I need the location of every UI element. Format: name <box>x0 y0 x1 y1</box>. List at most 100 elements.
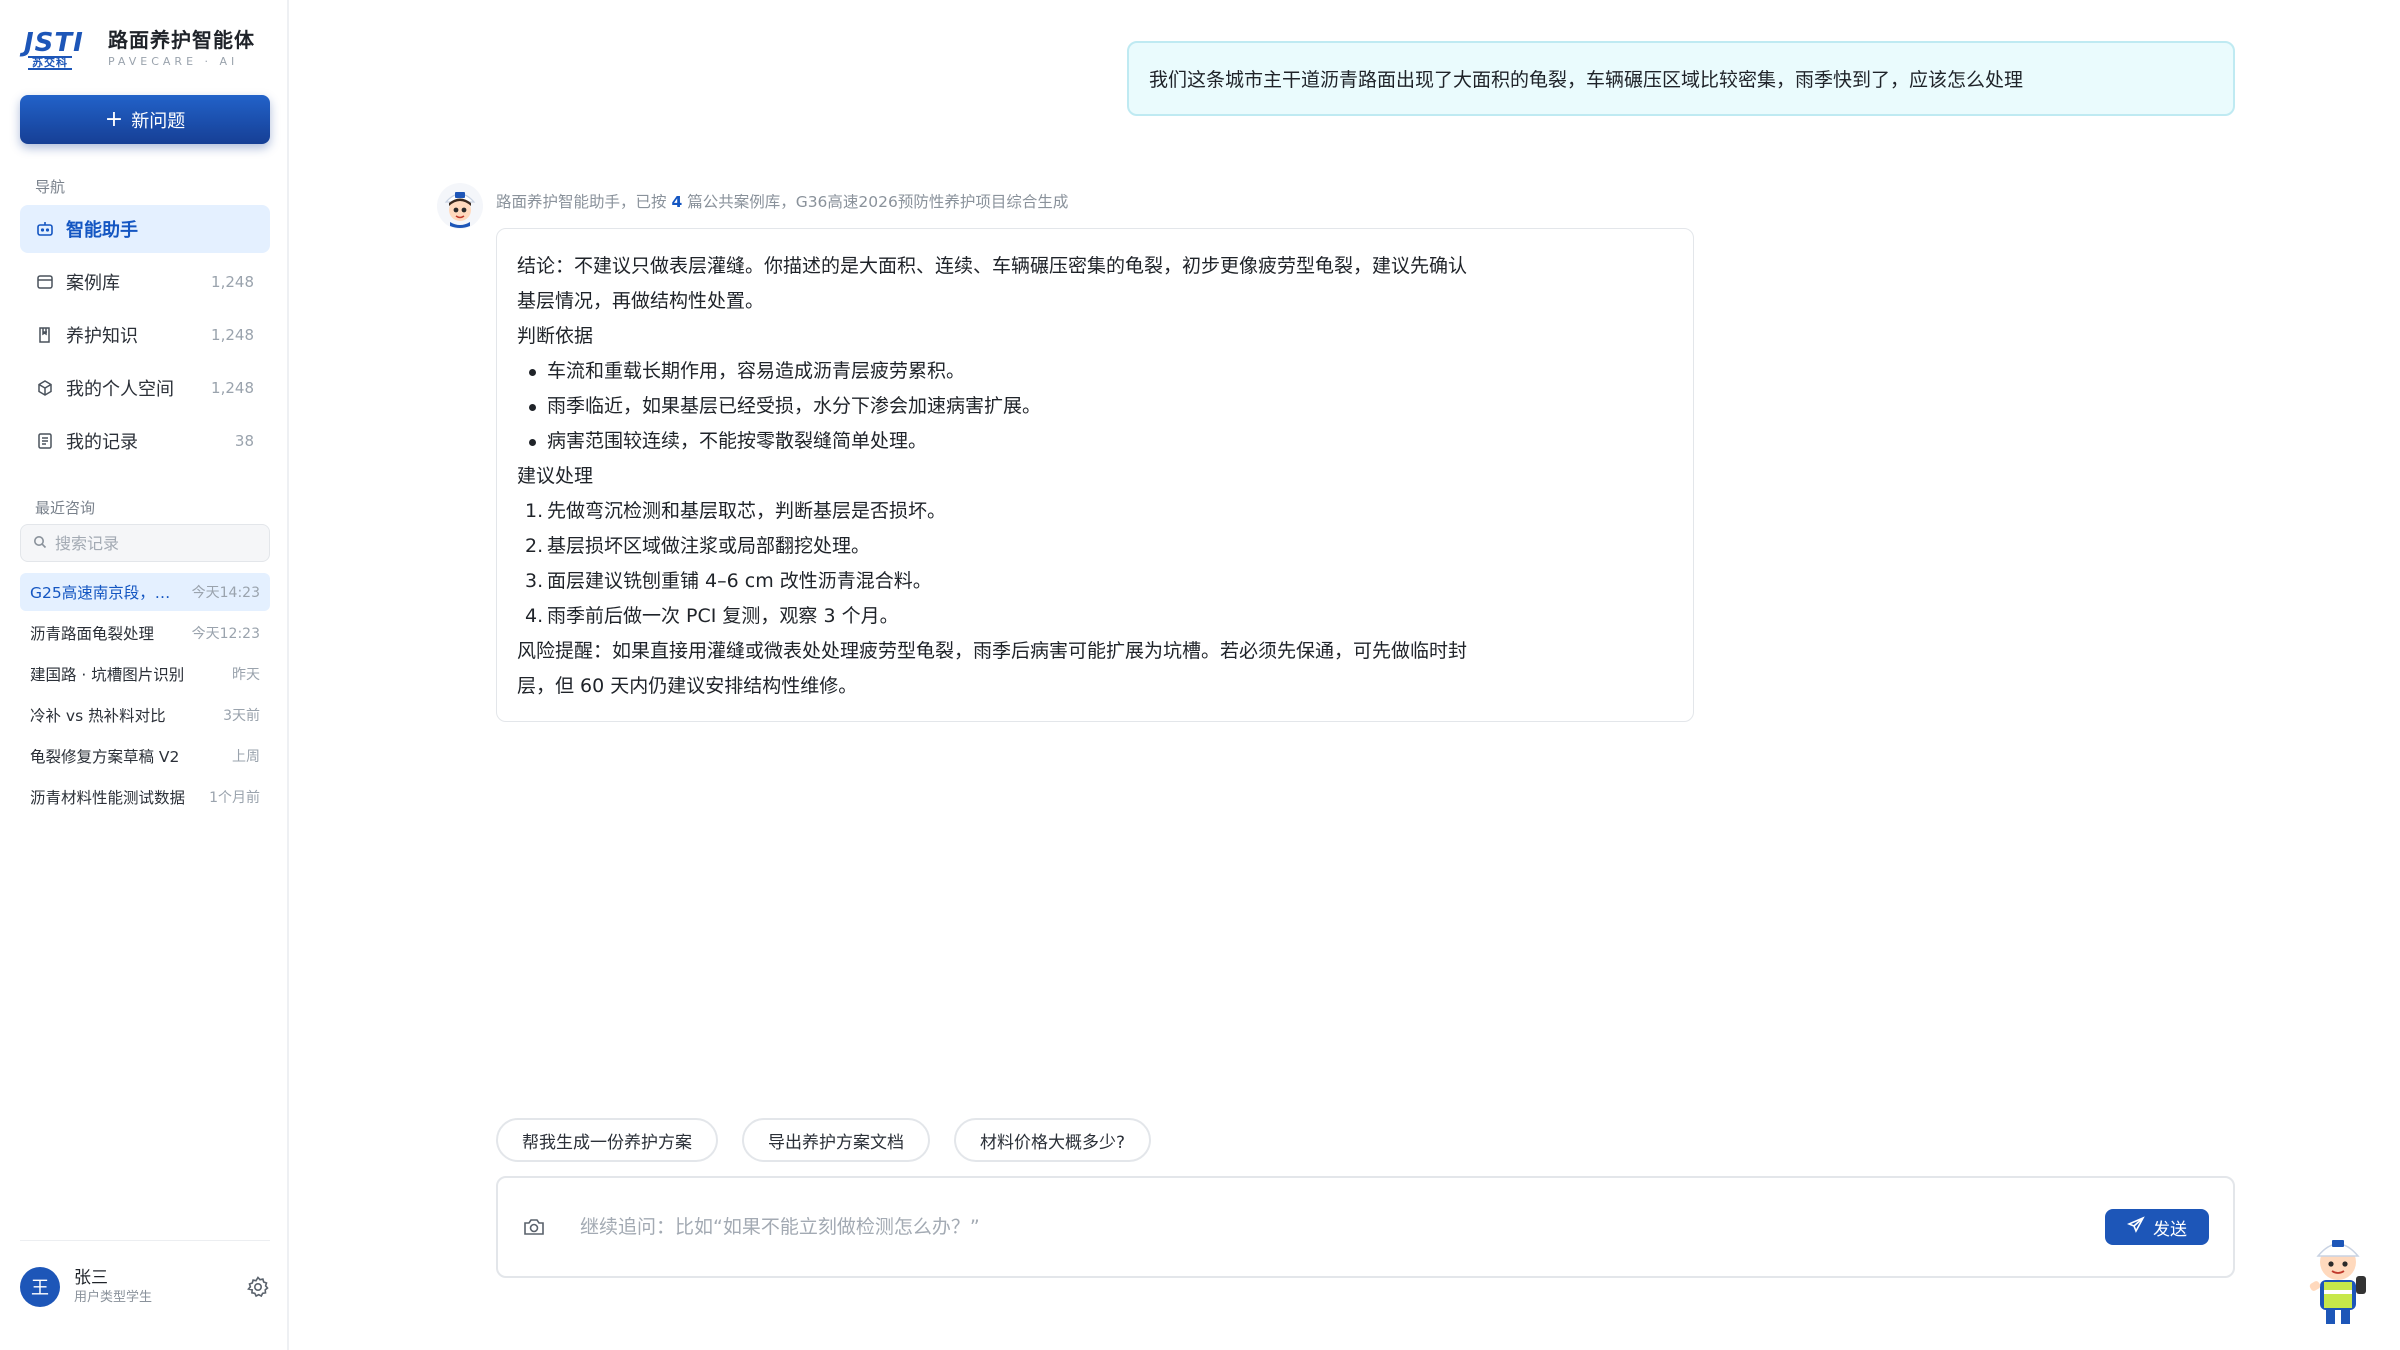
logo-text: JSTI <box>24 28 84 58</box>
new-question-button[interactable]: + 新问题 <box>20 95 270 144</box>
list-item-text: 基层损坏区域做注浆或局部翻挖处理。 <box>547 535 871 557</box>
assistant-meta-count: 4 <box>671 193 683 211</box>
nav-item-label: 我的记录 <box>66 432 138 453</box>
recent-item[interactable]: 建国路 · 坑槽图片识别 昨天 <box>20 655 270 693</box>
answer-risk: 风险提醒：如果直接用灌缝或微表处处理疲劳型龟裂，雨季后病害可能扩展为坑槽。若必须… <box>517 640 1468 697</box>
brand[interactable]: JSTI 苏交科 路面养护智能体 PAVECARE · AI <box>24 28 255 70</box>
user-info: 张三 用户类型学生 <box>74 1267 246 1307</box>
recent-item[interactable]: 冷补 vs 热补料对比 3天前 <box>20 696 270 734</box>
send-button[interactable]: 发送 <box>2105 1209 2209 1245</box>
list-item-text: 先做弯沉检测和基层取芯，判断基层是否损坏。 <box>547 500 947 522</box>
user-type: 用户类型学生 <box>74 1290 153 1305</box>
list-item: 车流和重载长期作用，容易造成沥青层疲劳累积。 <box>517 354 1673 389</box>
list-item: 4. 雨季前后做一次 PCI 复测，观察 3 个月。 <box>517 599 1673 634</box>
new-question-label: 新问题 <box>131 110 186 132</box>
list-item: 病害范围较连续，不能按零散裂缝简单处理。 <box>517 424 1673 459</box>
recent-item-date: 上周 <box>232 749 260 765</box>
chip-generate-plan[interactable]: 帮我生成一份养护方案 <box>496 1118 718 1162</box>
recent-item-title: G25高速南京段，龟裂问题咨询 <box>30 584 184 602</box>
recent-item[interactable]: G25高速南京段，龟裂问题咨询 今天14:23 <box>20 573 270 611</box>
recent-item-title: 沥青材料性能测试数据 <box>30 789 186 807</box>
user-message-bubble: 我们这条城市主干道沥青路面出现了大面积的龟裂，车辆碾压区域比较密集，雨季快到了，… <box>1127 41 2235 116</box>
brand-logo: JSTI 苏交科 <box>24 28 98 70</box>
recent-item-date: 1个月前 <box>209 790 260 806</box>
recent-item-title: 龟裂修复方案草稿 V2 <box>30 748 180 766</box>
robot-icon <box>36 220 54 238</box>
chip-export-doc[interactable]: 导出养护方案文档 <box>742 1118 930 1162</box>
chip-material-price[interactable]: 材料价格大概多少? <box>954 1118 1152 1162</box>
search-input[interactable] <box>55 533 255 553</box>
answer-basis-title: 判断依据 <box>517 325 594 347</box>
assistant-meta-prefix: 路面养护智能助手，已按 <box>496 193 667 211</box>
recent-item[interactable]: 沥青路面龟裂处理 今天12:23 <box>20 614 270 652</box>
recent-item-date: 3天前 <box>223 708 260 724</box>
brand-text: 路面养护智能体 PAVECARE · AI <box>108 28 255 70</box>
nav-item-label: 我的个人空间 <box>66 379 174 400</box>
recent-section-label: 最近咨询 <box>35 499 96 517</box>
list-item-number: 4. <box>525 605 544 627</box>
recent-list: G25高速南京段，龟裂问题咨询 今天14:23 沥青路面龟裂处理 今天12:23… <box>20 573 270 819</box>
chat-input[interactable] <box>580 1216 2105 1238</box>
assistant-avatar <box>436 182 484 230</box>
nav-item-personal-space[interactable]: 我的个人空间 1,248 <box>20 364 270 412</box>
sidebar: JSTI 苏交科 路面养护智能体 PAVECARE · AI + 新问题 导航 … <box>0 0 289 1350</box>
list-item-text: 雨季前后做一次 PCI 复测，观察 3 个月。 <box>547 605 899 627</box>
assistant-meta: 路面养护智能助手，已按 4 篇公共案例库，G36高速2026预防性养护项目综合生… <box>496 190 1068 212</box>
answer-conclusion: 结论：不建议只做表层灌缝。你描述的是大面积、连续、车辆碾压密集的龟裂，初步更像疲… <box>517 255 1468 312</box>
list-item: 2. 基层损坏区域做注浆或局部翻挖处理。 <box>517 529 1673 564</box>
recent-item-title: 建国路 · 坑槽图片识别 <box>30 666 185 684</box>
search-icon <box>33 534 47 553</box>
search-box[interactable] <box>20 524 270 562</box>
recent-item-date: 今天12:23 <box>191 626 260 642</box>
answer-suggest-list: 1. 先做弯沉检测和基层取芯，判断基层是否损坏。 2. 基层损坏区域做注浆或局部翻挖… <box>517 494 1673 634</box>
user-message-text: 我们这条城市主干道沥青路面出现了大面积的龟裂，车辆碾压区域比较密集，雨季快到了，… <box>1149 69 2024 91</box>
list-item-number: 2. <box>525 535 544 557</box>
cube-icon <box>36 379 54 397</box>
send-icon <box>2126 1215 2153 1239</box>
camera-icon[interactable] <box>522 1215 546 1239</box>
nav-item-knowledge[interactable]: 养护知识 1,248 <box>20 311 270 359</box>
nav-item-label: 智能助手 <box>66 220 138 241</box>
recent-item-date: 今天14:23 <box>191 585 260 601</box>
assistant-meta-suffix: 篇公共案例库，G36高速2026预防性养护项目综合生成 <box>687 193 1069 211</box>
recent-item-date: 昨天 <box>232 667 260 683</box>
nav-item-count: 1,248 <box>211 326 254 344</box>
list-item: 1. 先做弯沉检测和基层取芯，判断基层是否损坏。 <box>517 494 1673 529</box>
nav-section-label: 导航 <box>35 178 66 196</box>
nav-list: 智能助手 案例库 1,248 养护知识 1,248 我的个人空间 1,248 我… <box>20 205 270 470</box>
brand-subtitle: PAVECARE · AI <box>108 55 239 68</box>
logo-subtext: 苏交科 <box>28 56 72 70</box>
recent-item-title: 冷补 vs 热补料对比 <box>30 707 166 725</box>
nav-item-label: 养护知识 <box>66 326 138 347</box>
mascot-icon[interactable] <box>2300 1224 2376 1328</box>
avatar[interactable]: 王 <box>20 1267 60 1307</box>
send-label: 发送 <box>2153 1219 2187 1240</box>
nav-item-case-library[interactable]: 案例库 1,248 <box>20 258 270 306</box>
answer-suggest-title: 建议处理 <box>517 465 594 487</box>
archive-icon <box>36 273 54 291</box>
recent-item[interactable]: 龟裂修复方案草稿 V2 上周 <box>20 737 270 775</box>
recent-item[interactable]: 沥青材料性能测试数据 1个月前 <box>20 778 270 816</box>
gear-icon[interactable] <box>246 1275 270 1299</box>
list-item: 3. 面层建议铣刨重铺 4–6 cm 改性沥青混合料。 <box>517 564 1673 599</box>
list-item-number: 3. <box>525 570 544 592</box>
list-item-text: 面层建议铣刨重铺 4–6 cm 改性沥青混合料。 <box>547 570 932 592</box>
assistant-answer-card: 结论：不建议只做表层灌缝。你描述的是大面积、连续、车辆碾压密集的龟裂，初步更像疲… <box>496 228 1694 722</box>
user-profile: 王 张三 用户类型学生 <box>20 1263 270 1311</box>
brand-title: 路面养护智能体 <box>108 28 255 52</box>
nav-item-my-records[interactable]: 我的记录 38 <box>20 417 270 465</box>
nav-item-count: 1,248 <box>211 273 254 291</box>
suggestion-chips: 帮我生成一份养护方案 导出养护方案文档 材料价格大概多少? <box>496 1118 1175 1162</box>
book-icon <box>36 326 54 344</box>
recent-item-title: 沥青路面龟裂处理 <box>30 625 155 643</box>
nav-item-label: 案例库 <box>66 273 120 294</box>
document-icon <box>36 432 54 450</box>
user-name: 张三 <box>74 1268 108 1288</box>
nav-item-count: 1,248 <box>211 379 254 397</box>
nav-item-assistant[interactable]: 智能助手 <box>20 205 270 253</box>
plus-icon: + <box>104 106 124 132</box>
list-item-number: 1. <box>525 500 544 522</box>
answer-basis-list: 车流和重载长期作用，容易造成沥青层疲劳累积。 雨季临近，如果基层已经受损，水分下… <box>517 354 1673 459</box>
list-item: 雨季临近，如果基层已经受损，水分下渗会加速病害扩展。 <box>517 389 1673 424</box>
nav-item-count: 38 <box>234 432 254 450</box>
